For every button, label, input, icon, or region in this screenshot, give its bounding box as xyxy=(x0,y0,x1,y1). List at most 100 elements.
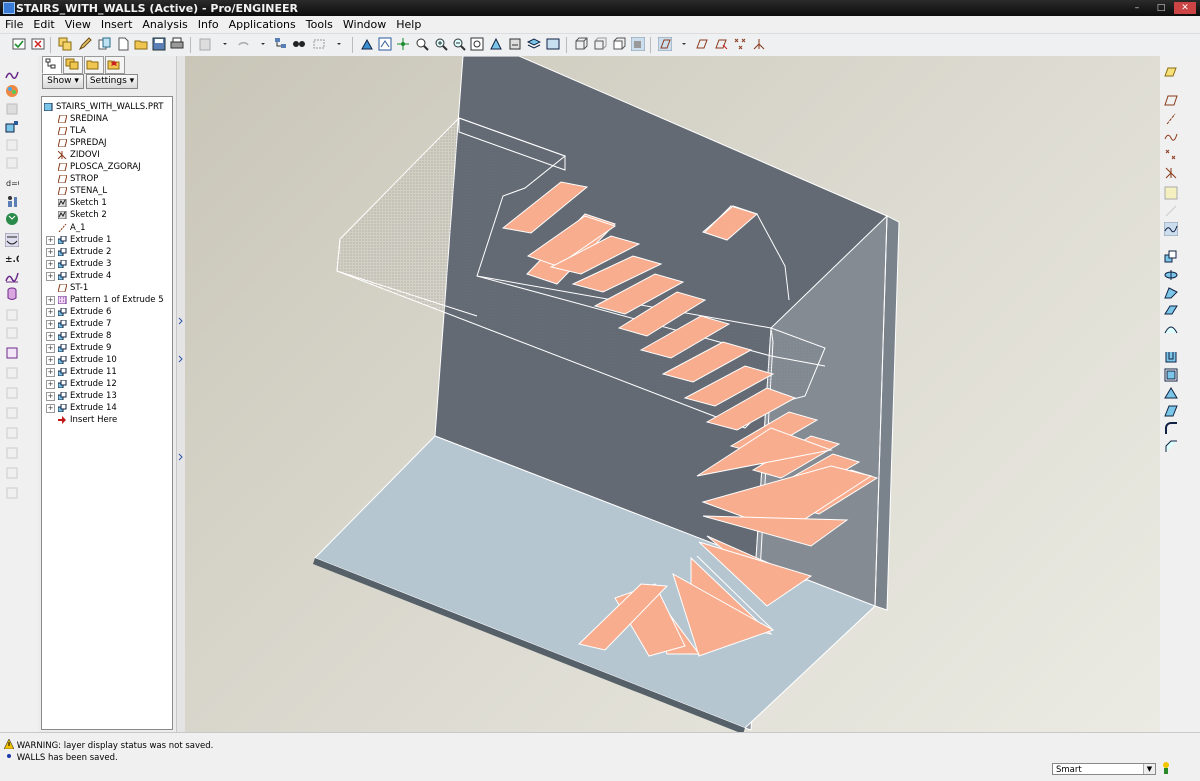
no-hidden-icon[interactable] xyxy=(612,37,626,51)
chamfer-tool-icon[interactable] xyxy=(1164,440,1178,454)
expand-toggle[interactable]: + xyxy=(46,331,55,341)
expand-toggle[interactable]: + xyxy=(46,307,55,317)
tab-model-tree[interactable] xyxy=(42,56,62,74)
datum-curve-tool-icon[interactable] xyxy=(1164,130,1178,144)
tab-layers[interactable] xyxy=(63,56,83,74)
expand-toggle[interactable]: + xyxy=(46,235,55,245)
expand-toggle[interactable]: + xyxy=(46,295,55,305)
tab-folder-browser[interactable] xyxy=(84,56,104,74)
datum-point-tool-icon[interactable] xyxy=(1164,148,1178,162)
minimize-button[interactable]: – xyxy=(1126,2,1148,14)
view-manager-icon[interactable] xyxy=(546,37,560,51)
zoom-out-icon[interactable] xyxy=(452,37,466,51)
menu-applications[interactable]: Applications xyxy=(224,16,301,32)
menu-edit[interactable]: Edit xyxy=(28,16,59,32)
close-button[interactable]: ✕ xyxy=(1174,2,1196,14)
expand-toggle[interactable]: + xyxy=(46,271,55,281)
blend-tool-icon[interactable] xyxy=(1164,304,1178,318)
print-icon[interactable] xyxy=(170,37,184,51)
note-icon[interactable] xyxy=(5,346,19,360)
selection-box-icon[interactable] xyxy=(312,37,326,51)
hole-tool-icon[interactable] xyxy=(1164,350,1178,364)
spin-center-icon[interactable] xyxy=(378,37,392,51)
expand-toggle[interactable]: + xyxy=(46,380,55,390)
menu-file[interactable]: File xyxy=(0,16,28,32)
variable-sweep-icon[interactable] xyxy=(1164,286,1178,300)
sketched-datum-icon[interactable] xyxy=(1164,222,1178,236)
saved-views-icon[interactable] xyxy=(508,37,522,51)
tab-favorites[interactable] xyxy=(105,56,125,74)
datum-display-icon[interactable] xyxy=(658,37,672,51)
menu-info[interactable]: Info xyxy=(193,16,224,32)
tolerance-icon[interactable]: ±.01 xyxy=(5,251,19,265)
hidden-line-icon[interactable] xyxy=(593,37,607,51)
model-tree-icon[interactable] xyxy=(274,37,288,51)
analysis-feature-icon[interactable] xyxy=(1164,186,1178,200)
sketch-tool-icon[interactable] xyxy=(5,68,19,82)
zoom-window-icon[interactable] xyxy=(415,37,429,51)
expand-toggle[interactable]: + xyxy=(46,356,55,366)
cylinder-icon[interactable] xyxy=(5,287,19,301)
menu-view[interactable]: View xyxy=(60,16,96,32)
expand-toggle[interactable]: + xyxy=(46,344,55,353)
menu-tools[interactable]: Tools xyxy=(301,16,338,32)
select-icon[interactable] xyxy=(58,37,72,51)
round-tool-icon[interactable] xyxy=(1164,422,1178,436)
copy-icon[interactable] xyxy=(98,37,112,51)
appearance-icon[interactable] xyxy=(5,84,19,98)
parameters-icon[interactable] xyxy=(5,194,19,208)
datum-axis-tool-icon[interactable] xyxy=(1164,112,1178,126)
redo-dropdown-icon[interactable] xyxy=(256,37,270,51)
section-icon[interactable] xyxy=(5,102,19,116)
rib-tool-icon[interactable] xyxy=(1164,386,1178,400)
regenerate-icon[interactable] xyxy=(12,37,26,51)
datum-plane-tool-icon[interactable] xyxy=(1164,94,1178,108)
hole-icon[interactable] xyxy=(5,233,19,247)
save-icon[interactable] xyxy=(152,37,166,51)
edit-icon[interactable] xyxy=(78,37,92,51)
menu-window[interactable]: Window xyxy=(338,16,391,32)
plane-display-icon[interactable] xyxy=(695,37,709,51)
repaint-icon[interactable] xyxy=(360,37,374,51)
menu-analysis[interactable]: Analysis xyxy=(137,16,192,32)
shading-icon[interactable] xyxy=(631,37,645,51)
boundary-blend-icon[interactable] xyxy=(1164,322,1178,336)
expand-toggle[interactable]: + xyxy=(46,368,55,378)
new-file-icon[interactable] xyxy=(116,37,130,51)
datum-tools-icon[interactable] xyxy=(1164,66,1178,80)
expand-toggle[interactable]: + xyxy=(46,247,55,257)
globe-icon[interactable] xyxy=(5,212,19,226)
open-file-icon[interactable] xyxy=(134,37,148,51)
find-icon[interactable] xyxy=(292,37,306,51)
dropdown-arrow-2-icon[interactable] xyxy=(332,37,346,51)
expand-toggle[interactable]: + xyxy=(46,392,55,402)
graphics-window[interactable] xyxy=(185,55,1160,734)
draft-tool-icon[interactable] xyxy=(1164,404,1178,418)
csys-display-icon[interactable] xyxy=(752,37,766,51)
csys-tool-icon[interactable] xyxy=(1164,166,1178,180)
shell-tool-icon[interactable] xyxy=(1164,368,1178,382)
show-dropdown[interactable]: Show ▾ xyxy=(42,74,84,89)
menu-insert[interactable]: Insert xyxy=(96,16,138,32)
close-window-icon[interactable] xyxy=(31,37,45,51)
reorient-icon[interactable] xyxy=(489,37,503,51)
expand-toggle[interactable]: + xyxy=(46,404,55,414)
relations-icon[interactable]: d=0 xyxy=(5,176,19,190)
extrude-tool-icon[interactable] xyxy=(1164,250,1178,264)
orient-icon[interactable] xyxy=(5,120,19,134)
wireframe-icon[interactable] xyxy=(574,37,588,51)
axis-display-icon[interactable] xyxy=(714,37,728,51)
refit-icon[interactable] xyxy=(470,37,484,51)
dropdown-arrow-icon[interactable] xyxy=(218,37,232,51)
zoom-in-icon[interactable] xyxy=(434,37,448,51)
graph-icon[interactable] xyxy=(5,269,19,283)
settings-dropdown[interactable]: Settings ▾ xyxy=(86,74,138,89)
expand-toggle[interactable]: + xyxy=(46,319,55,329)
expand-toggle[interactable]: + xyxy=(46,259,55,269)
orient-mode-icon[interactable] xyxy=(396,37,410,51)
revolve-tool-icon[interactable] xyxy=(1164,268,1178,282)
point-tool-icon[interactable] xyxy=(5,156,19,170)
dropdown-arrow-3-icon[interactable] xyxy=(677,37,691,51)
menu-help[interactable]: Help xyxy=(391,16,426,32)
insert-tool-icon[interactable] xyxy=(5,138,19,152)
